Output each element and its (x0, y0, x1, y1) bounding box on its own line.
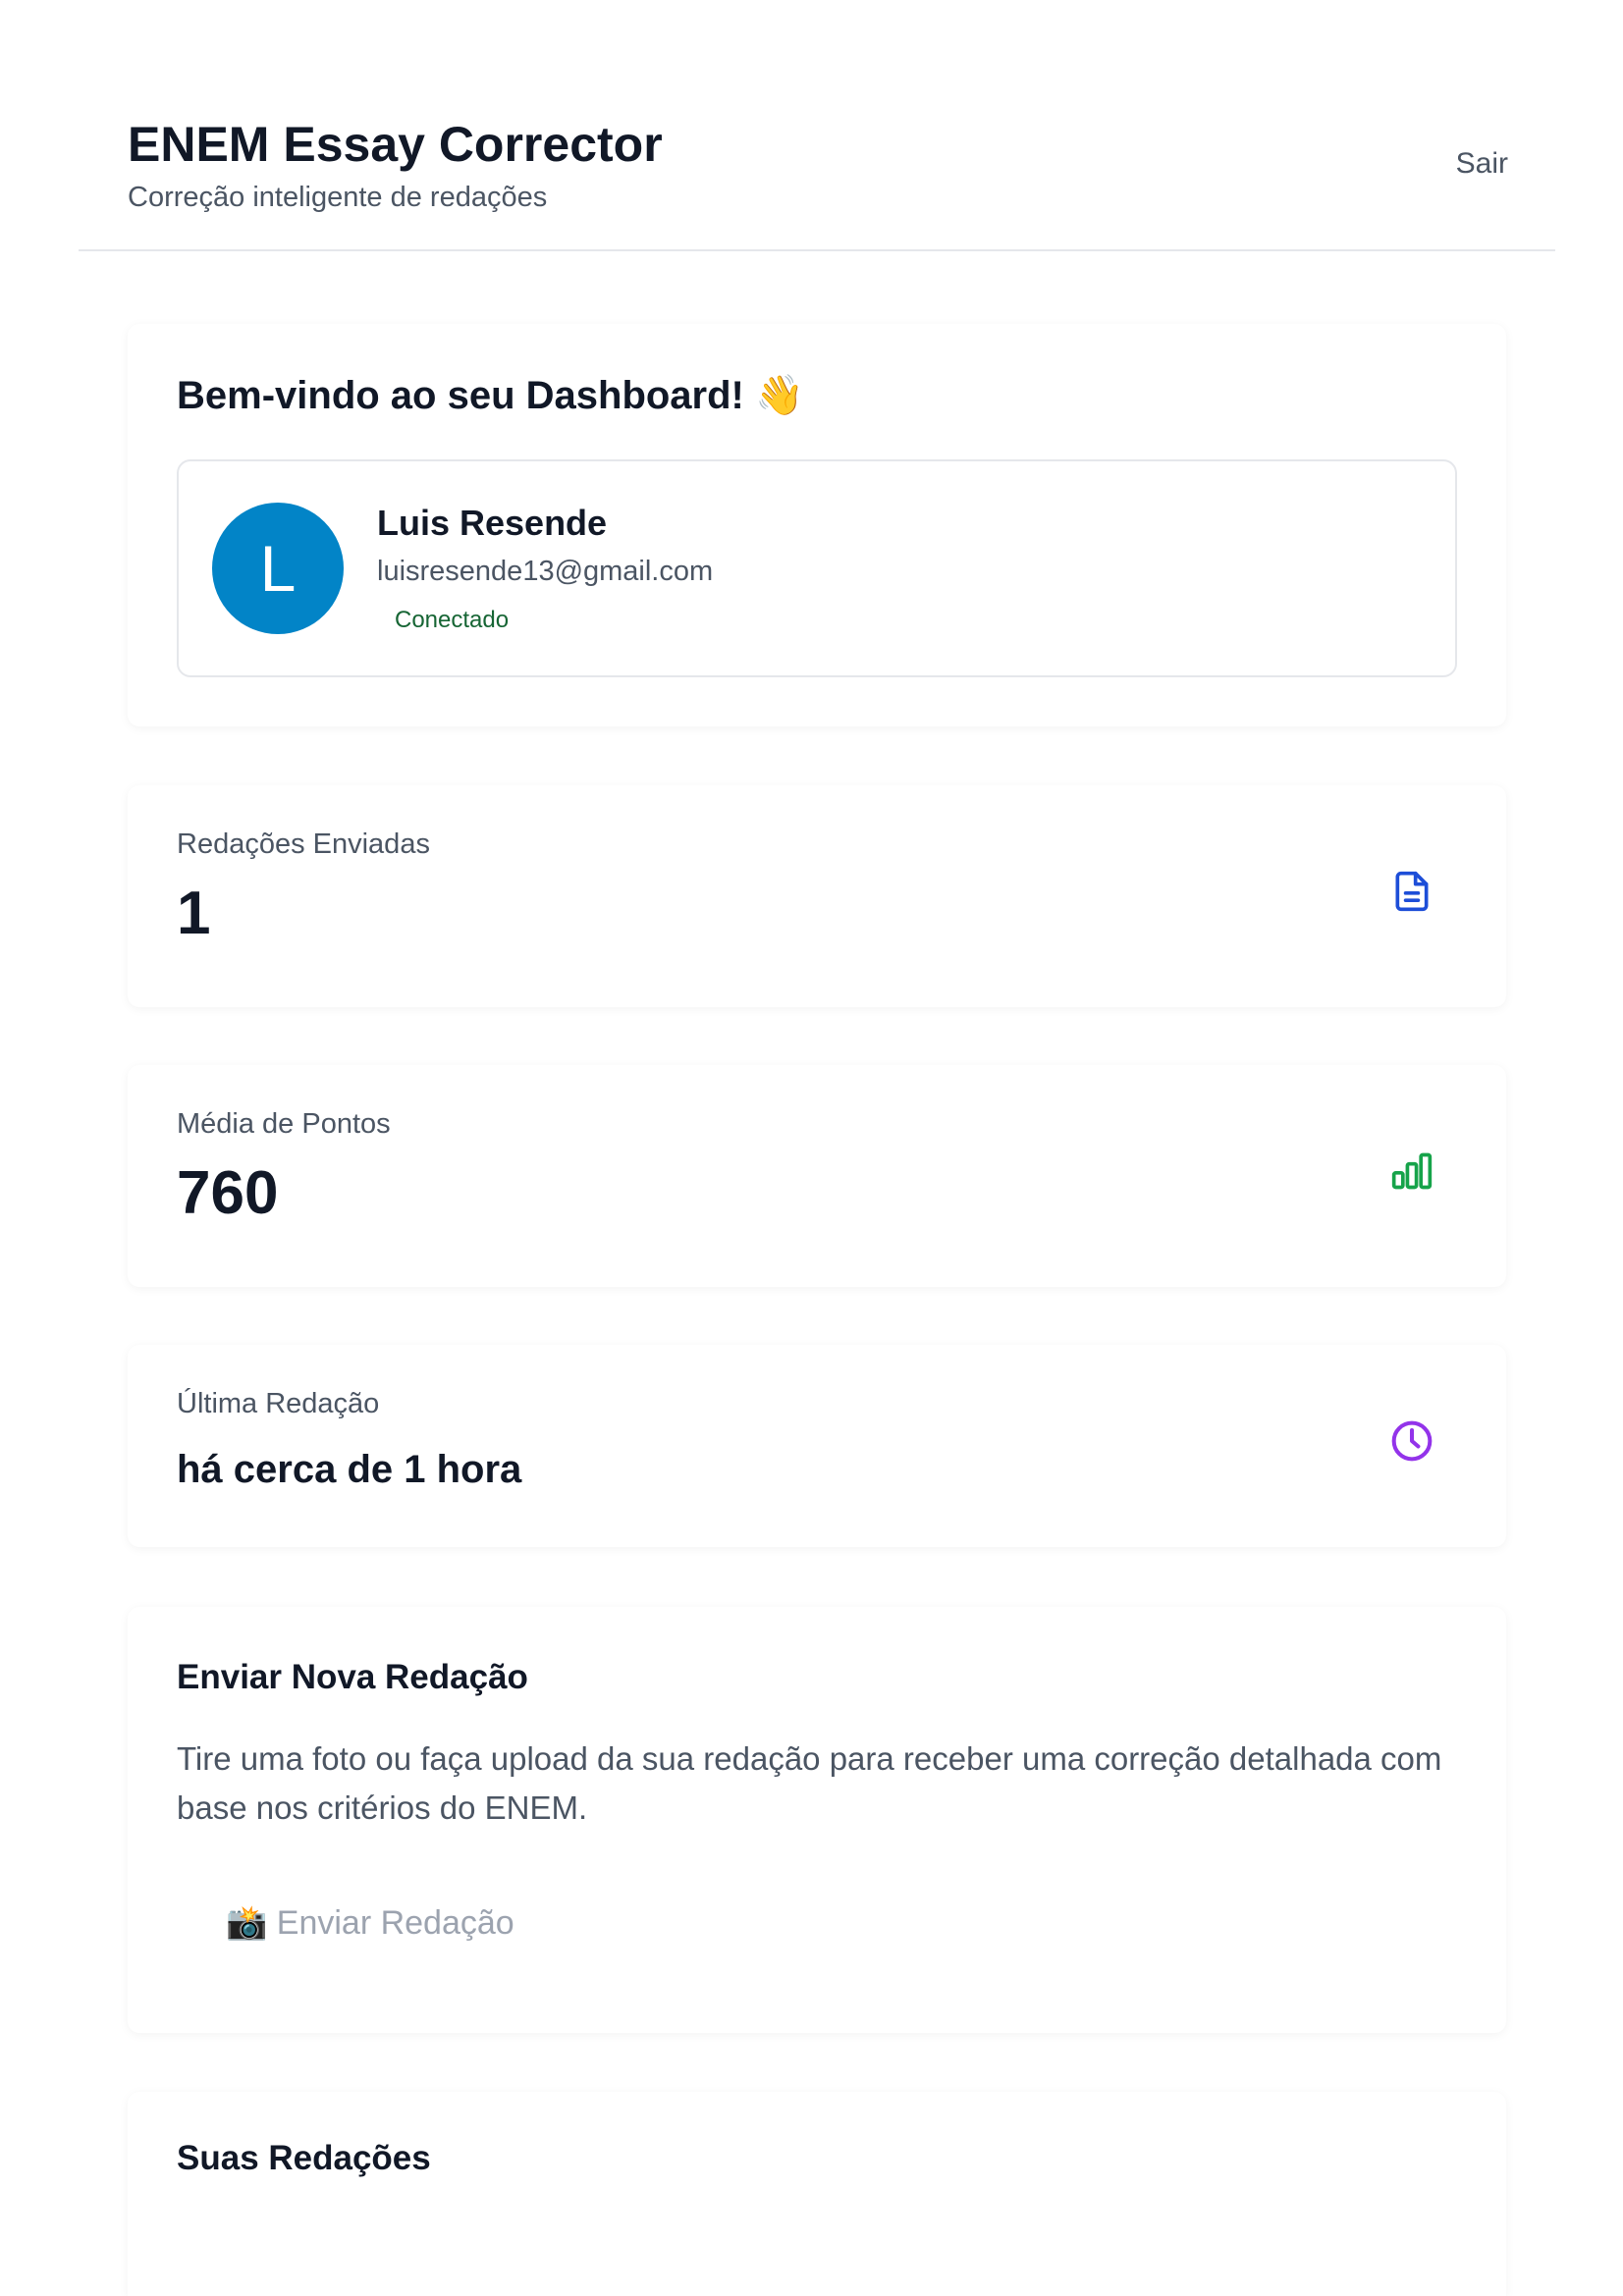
stat-value: há cerca de 1 hora (177, 1448, 522, 1491)
avatar: L (212, 503, 344, 634)
upload-description: Tire uma foto ou faça upload da sua reda… (177, 1740, 1442, 1826)
app-subtitle: Correção inteligente de redações (128, 182, 548, 213)
welcome-title: Bem-vindo ao seu Dashboard! 👋 (177, 374, 804, 417)
stat-value: 760 (177, 1159, 279, 1227)
upload-title: Enviar Nova Redação (177, 1658, 528, 1696)
upload-card: Enviar Nova Redação Tire uma foto ou faç… (128, 1607, 1506, 2033)
status-badge: Conectado (395, 607, 510, 633)
stat-value: 1 (177, 880, 211, 947)
stat-label: Média de Pontos (177, 1108, 391, 1140)
document-icon (1395, 871, 1429, 912)
user-name: Luis Resende (377, 503, 608, 543)
stat-card-last-essay: Última Redação há cerca de 1 hora (128, 1345, 1506, 1547)
stat-label: Redações Enviadas (177, 828, 430, 860)
clock-icon (1391, 1420, 1433, 1462)
essays-title: Suas Redações (177, 2139, 431, 2177)
stat-label: Última Redação (177, 1388, 380, 1419)
user-email: luisresende13@gmail.com (377, 556, 714, 587)
user-profile-card: L Luis Resende luisresende13@gmail.com C… (177, 459, 1457, 677)
welcome-card: Bem-vindo ao seu Dashboard! 👋 L Luis Res… (128, 324, 1506, 726)
app-title: ENEM Essay Corrector (128, 117, 663, 172)
essays-card: Suas Redações (128, 2092, 1506, 2296)
bar-chart-icon (1391, 1152, 1433, 1190)
app-header: ENEM Essay Corrector Correção inteligent… (79, 0, 1555, 251)
upload-essay-button[interactable]: 📸 Enviar Redação (226, 1901, 514, 1945)
logout-button[interactable]: Sair (1456, 145, 1508, 183)
stat-card-essays-sent: Redações Enviadas 1 (128, 785, 1506, 1007)
stat-card-average-score: Média de Pontos 760 (128, 1065, 1506, 1287)
